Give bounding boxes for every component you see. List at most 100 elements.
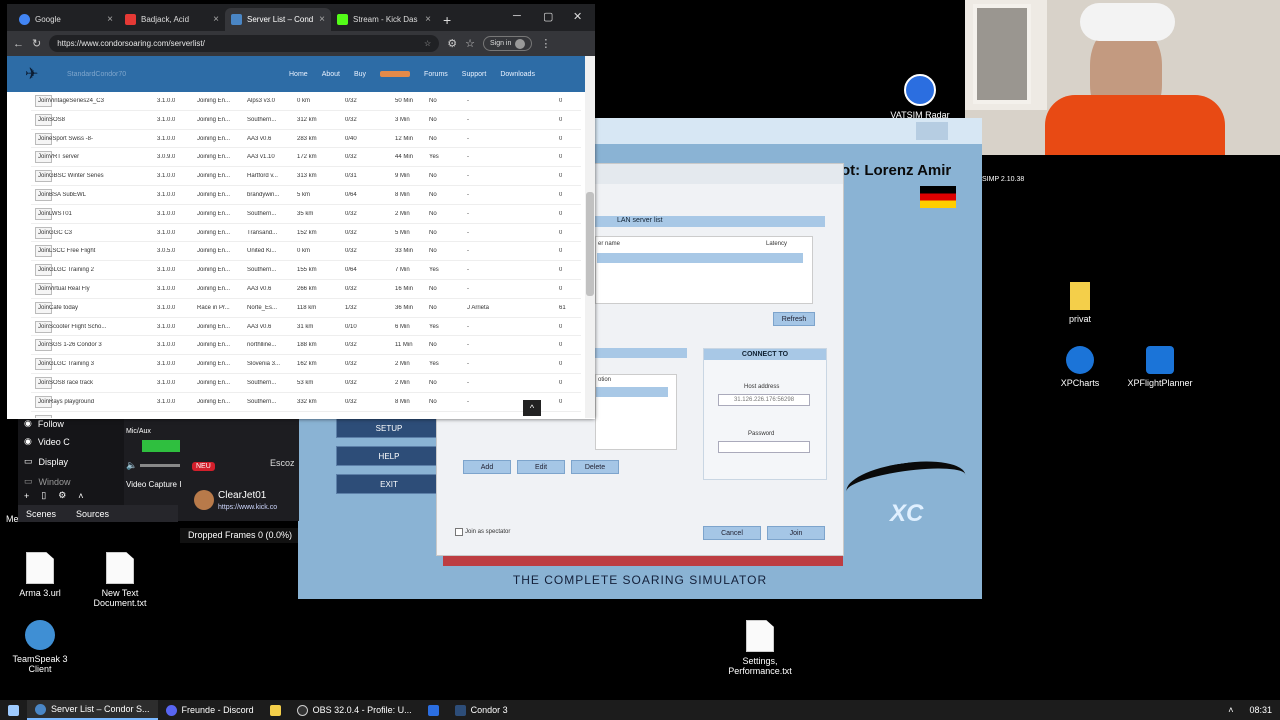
text-file-icon bbox=[746, 620, 774, 652]
taskbar-condor[interactable]: Condor 3 bbox=[447, 700, 516, 720]
cell-time: 11 Min bbox=[395, 342, 413, 349]
page-scrollbar[interactable] bbox=[585, 56, 595, 418]
cell-time: 16 Min bbox=[395, 285, 414, 292]
cell-players: 0/32 bbox=[345, 229, 357, 236]
nav-home[interactable]: Home bbox=[289, 71, 308, 78]
source-window[interactable]: ▭ Window bbox=[24, 476, 71, 487]
taskbar-app[interactable] bbox=[420, 700, 447, 720]
taskbar-discord[interactable]: Freunde - Discord bbox=[158, 700, 262, 720]
tab-scenes[interactable]: Scenes bbox=[26, 509, 56, 519]
chat-username: ClearJet01 bbox=[218, 490, 267, 501]
back-icon[interactable]: ← bbox=[13, 38, 24, 50]
volume-slider[interactable] bbox=[140, 464, 180, 467]
cell-status: Joining En... bbox=[197, 342, 231, 349]
star-icon[interactable]: ☆ bbox=[424, 39, 431, 48]
nav-buy[interactable]: Buy bbox=[354, 71, 366, 78]
lan-server-list[interactable]: er name Latency bbox=[595, 236, 813, 304]
cell-scenery: northlline... bbox=[247, 342, 277, 349]
source-video[interactable]: ◉ Video C bbox=[24, 436, 70, 447]
bookmark-icon[interactable]: ☆ bbox=[465, 37, 475, 50]
cell-n: 0 bbox=[559, 116, 563, 123]
minimize-icon[interactable]: ─ bbox=[513, 10, 521, 22]
cell-name: Rays playground bbox=[49, 398, 95, 405]
tray-chevron-icon[interactable]: ˄ bbox=[1220, 700, 1241, 720]
taskbar-explorer[interactable] bbox=[262, 700, 289, 720]
cell-pwd: No bbox=[429, 135, 437, 142]
desktop-icon-new-text-document[interactable]: New Text Document.txt bbox=[80, 552, 160, 608]
desktop-icon-teamspeak[interactable]: TeamSpeak 3 Client bbox=[0, 620, 80, 674]
join-button[interactable]: Join bbox=[767, 526, 825, 540]
exit-button[interactable]: EXIT bbox=[336, 474, 442, 494]
help-button[interactable]: HELP bbox=[336, 446, 442, 466]
cancel-button[interactable]: Cancel bbox=[703, 526, 761, 540]
host-address-input[interactable]: 31.126.226.176:56298 bbox=[718, 394, 810, 406]
desktop-icon-privat[interactable]: privat bbox=[1040, 282, 1120, 324]
password-input[interactable] bbox=[718, 441, 810, 453]
refresh-button[interactable]: Refresh bbox=[773, 312, 815, 326]
nav-about[interactable]: About bbox=[322, 71, 340, 78]
text-file-icon bbox=[106, 552, 134, 584]
lan-list-selected-row[interactable] bbox=[597, 253, 803, 263]
windows-icon bbox=[8, 704, 19, 716]
source-follow[interactable]: ◉ Follow bbox=[24, 418, 64, 429]
nav-forums[interactable]: Forums bbox=[424, 71, 448, 78]
close-icon[interactable]: × bbox=[319, 14, 325, 25]
tab-server-list[interactable]: Server List – Cond × bbox=[225, 8, 331, 31]
maximize-icon[interactable]: ▢ bbox=[543, 10, 553, 23]
tab-sources[interactable]: Sources bbox=[76, 509, 109, 519]
taskbar-clock[interactable]: 08:31 bbox=[1241, 700, 1280, 720]
server-options-list[interactable]: otion bbox=[595, 374, 677, 450]
scrollbar-thumb[interactable] bbox=[586, 192, 594, 296]
close-icon[interactable]: × bbox=[213, 14, 219, 25]
condor-close-button[interactable] bbox=[916, 122, 948, 140]
cell-status: Joining En... bbox=[197, 323, 231, 330]
extensions-icon[interactable]: ⚙ bbox=[447, 37, 457, 50]
tab-badjack[interactable]: Badjack, Acid × bbox=[119, 8, 225, 31]
cell-players: 0/32 bbox=[345, 285, 357, 292]
tab-kick-stream[interactable]: Stream - Kick Das × bbox=[331, 8, 437, 31]
address-bar[interactable]: https://www.condorsoaring.com/serverlist… bbox=[49, 35, 440, 52]
table-row: Join Cafe today 3.1.0.0 Race in Pr... Norte_… bbox=[31, 299, 581, 318]
scroll-to-top-button[interactable]: ^ bbox=[523, 400, 541, 416]
cell-club: - bbox=[467, 323, 469, 330]
nav-downloads[interactable]: Downloads bbox=[500, 71, 535, 78]
taskbar-obs[interactable]: OBS 32.0.4 - Profile: U... bbox=[289, 700, 420, 720]
cell-status: Joining En... bbox=[197, 135, 231, 142]
gear-icon[interactable]: ⚙ bbox=[58, 490, 66, 501]
start-button[interactable] bbox=[0, 700, 27, 720]
chevron-up-icon[interactable]: ˄ bbox=[78, 491, 83, 501]
camera-icon: ◉ bbox=[24, 436, 32, 446]
desktop-icon-settings-performance[interactable]: Settings, Performance.txt bbox=[720, 620, 800, 676]
source-display[interactable]: ▭ Display bbox=[24, 456, 68, 467]
add-button[interactable]: Add bbox=[463, 460, 511, 474]
edit-button[interactable]: Edit bbox=[517, 460, 565, 474]
delete-button[interactable]: Delete bbox=[571, 460, 619, 474]
close-icon[interactable]: × bbox=[107, 14, 113, 25]
cell-ver: 3.1.0.0 bbox=[157, 342, 176, 349]
close-window-icon[interactable]: ✕ bbox=[573, 10, 582, 23]
cell-club: - bbox=[467, 98, 469, 104]
menu-icon[interactable]: ⋮ bbox=[540, 37, 551, 50]
desktop-icon-arma3[interactable]: Arma 3.url bbox=[0, 552, 80, 598]
volume-icon[interactable]: 🔈 bbox=[126, 460, 137, 471]
spectator-checkbox[interactable] bbox=[455, 528, 463, 536]
delete-icon[interactable]: ▯ bbox=[41, 490, 46, 501]
sign-in-button[interactable]: Sign in bbox=[482, 36, 533, 51]
setup-button[interactable]: SETUP bbox=[336, 418, 442, 438]
option-selected-row[interactable] bbox=[596, 387, 668, 397]
add-icon[interactable]: + bbox=[24, 491, 29, 501]
chat-link[interactable]: https://www.kick.co bbox=[218, 504, 277, 511]
nav-support[interactable]: Support bbox=[462, 71, 487, 78]
desktop-icon-xpflightplanner[interactable]: XPFlightPlanner bbox=[1120, 346, 1200, 388]
reload-icon[interactable]: ↻ bbox=[32, 37, 41, 50]
cell-time: 6 Min bbox=[395, 323, 410, 330]
new-tab-button[interactable]: + bbox=[437, 8, 461, 31]
tab-google[interactable]: Google × bbox=[13, 8, 119, 31]
cell-time: 44 Min bbox=[395, 154, 414, 161]
taskbar: Server List – Condor S... Freunde - Disc… bbox=[0, 700, 1280, 720]
desktop-icon-vatsim-radar[interactable]: VATSIM Radar bbox=[880, 74, 960, 120]
taskbar-server-list[interactable]: Server List – Condor S... bbox=[27, 700, 158, 720]
desktop-icon-xpcharts[interactable]: XPCharts bbox=[1040, 346, 1120, 388]
close-icon[interactable]: × bbox=[425, 14, 431, 25]
avatar bbox=[515, 38, 526, 49]
